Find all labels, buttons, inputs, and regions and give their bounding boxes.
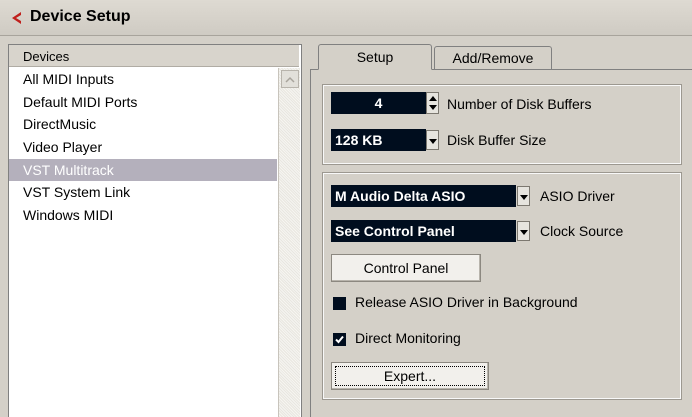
device-item-directmusic[interactable]: DirectMusic <box>9 113 277 136</box>
disk-buffer-size-select[interactable]: 128 KB <box>331 129 426 151</box>
expert-button[interactable]: Expert... <box>331 362 489 390</box>
control-panel-button[interactable]: Control Panel <box>331 254 481 282</box>
disk-buffer-size-label: Disk Buffer Size <box>447 132 547 148</box>
tab-setup[interactable]: Setup <box>318 44 432 70</box>
asio-driver-label: ASIO Driver <box>540 188 615 204</box>
devices-list: All MIDI Inputs Default MIDI Ports Direc… <box>9 68 277 417</box>
clock-source-select[interactable]: See Control Panel <box>331 220 516 242</box>
release-asio-checkbox[interactable] <box>333 297 346 310</box>
device-item-all-midi-inputs[interactable]: All MIDI Inputs <box>9 68 277 91</box>
release-asio-label: Release ASIO Driver in Background <box>355 294 578 310</box>
devices-scrollbar[interactable] <box>278 68 300 417</box>
dropdown-arrow-icon[interactable] <box>517 186 530 206</box>
tab-add-remove[interactable]: Add/Remove <box>434 46 552 70</box>
device-item-vst-multitrack[interactable]: VST Multitrack <box>9 158 277 182</box>
direct-monitoring-checkbox[interactable] <box>333 333 346 346</box>
focus-rect <box>335 366 485 386</box>
direct-monitoring-label: Direct Monitoring <box>355 330 461 346</box>
scroll-up-button[interactable] <box>281 70 299 88</box>
disk-buffers-label: Number of Disk Buffers <box>447 96 592 112</box>
checkmark-icon <box>335 335 344 344</box>
window-title: Device Setup <box>30 8 131 25</box>
devices-column-header[interactable]: Devices <box>9 45 299 67</box>
title-bar: Device Setup <box>0 0 692 36</box>
disk-buffers-field[interactable]: 4 <box>331 92 426 114</box>
clock-source-label: Clock Source <box>540 223 624 239</box>
device-item-vst-system-link[interactable]: VST System Link <box>9 181 277 204</box>
device-item-windows-midi[interactable]: Windows MIDI <box>9 204 277 227</box>
disk-buffers-spin-icon[interactable] <box>426 92 439 114</box>
cubase-logo-icon <box>12 12 21 24</box>
asio-driver-select[interactable]: M Audio Delta ASIO <box>331 185 516 207</box>
scroll-up-arrow-icon <box>285 76 295 83</box>
dropdown-arrow-icon[interactable] <box>426 130 439 150</box>
device-item-video-player[interactable]: Video Player <box>9 136 277 159</box>
device-item-default-midi-ports[interactable]: Default MIDI Ports <box>9 91 277 114</box>
dropdown-arrow-icon[interactable] <box>517 221 530 241</box>
